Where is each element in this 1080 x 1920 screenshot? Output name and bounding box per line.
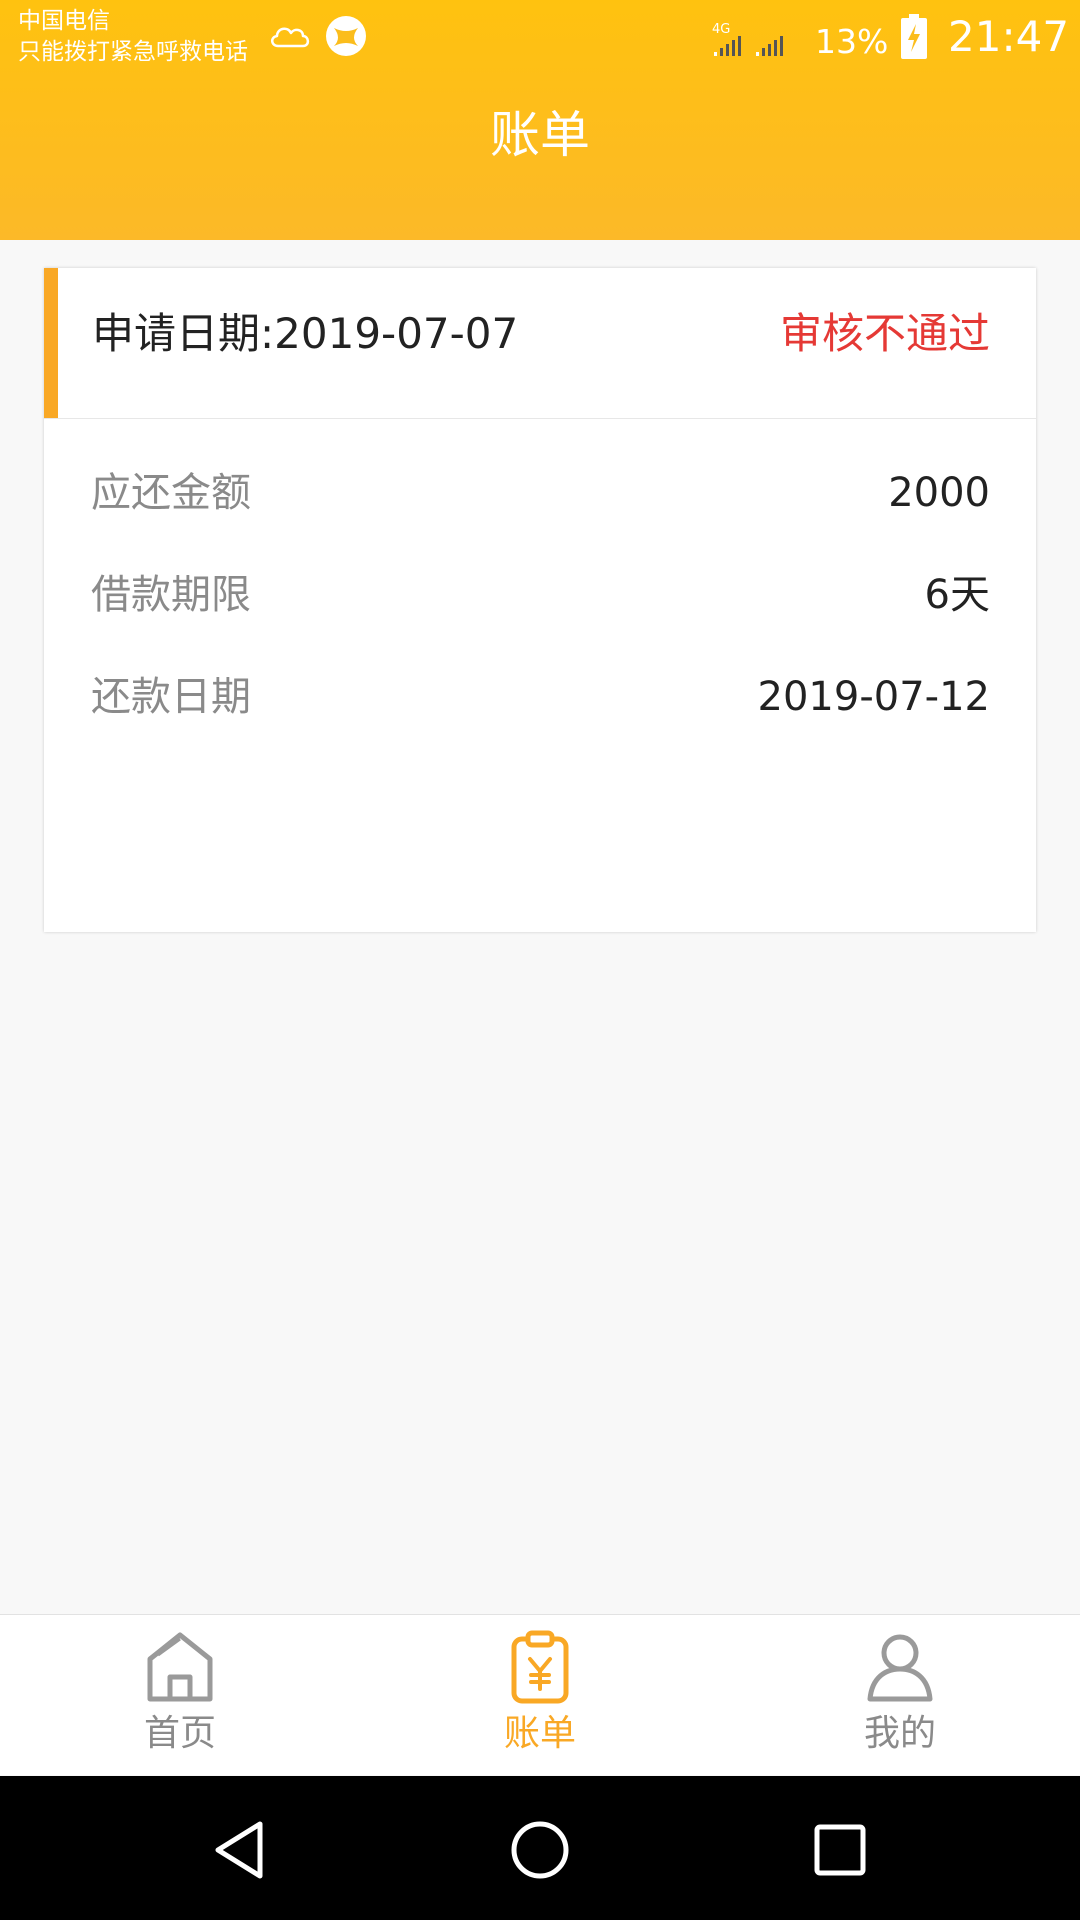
svg-text:4G: 4G bbox=[712, 22, 730, 37]
app-screen: 中国电信 只能拨打紧急呼救电话 4G 13% 21:47 账单 申请日期:201… bbox=[0, 0, 1080, 1920]
info-label: 还款日期 bbox=[91, 674, 251, 720]
cloud-icon bbox=[271, 27, 310, 48]
tab-label: 我的 bbox=[863, 1713, 936, 1754]
home-icon bbox=[147, 1632, 213, 1702]
carrier-name: 中国电信 bbox=[18, 8, 110, 34]
tab-label: 账单 bbox=[503, 1713, 576, 1754]
bill-card[interactable]: 申请日期:2019-07-07 审核不通过 应还金额 2000 借款期限 6天 … bbox=[44, 268, 1036, 932]
battery-percent: 13% bbox=[815, 22, 889, 61]
tab-bill[interactable]: 账单 bbox=[360, 1615, 720, 1775]
carrier-info: 中国电信 只能拨打紧急呼救电话 bbox=[18, 6, 248, 68]
info-value: 6天 bbox=[924, 572, 990, 618]
bill-card-header: 申请日期:2019-07-07 审核不通过 bbox=[44, 268, 1036, 419]
bill-icon bbox=[511, 1630, 569, 1704]
home-circle-icon[interactable] bbox=[508, 1818, 572, 1882]
status-bar: 中国电信 只能拨打紧急呼救电话 4G 13% 21:47 bbox=[0, 0, 1080, 80]
battery-charging-icon bbox=[901, 14, 927, 59]
info-label: 应还金额 bbox=[91, 470, 251, 516]
recents-icon[interactable] bbox=[808, 1818, 872, 1882]
system-nav-bar bbox=[0, 1776, 1080, 1920]
user-icon bbox=[867, 1634, 933, 1702]
tab-profile[interactable]: 我的 bbox=[720, 1615, 1080, 1775]
carrier-note: 只能拨打紧急呼救电话 bbox=[18, 39, 248, 65]
info-value: 2000 bbox=[888, 470, 990, 516]
info-row-amount: 应还金额 2000 bbox=[91, 463, 990, 523]
app-notification-icon bbox=[326, 16, 366, 56]
info-label: 借款期限 bbox=[91, 572, 251, 618]
tab-label: 首页 bbox=[143, 1713, 216, 1754]
tab-home[interactable]: 首页 bbox=[0, 1615, 360, 1775]
clock: 21:47 bbox=[948, 12, 1070, 61]
info-row-due-date: 还款日期 2019-07-12 bbox=[91, 667, 990, 727]
page-title: 账单 bbox=[490, 106, 590, 164]
accent-bar bbox=[44, 268, 58, 418]
info-row-term: 借款期限 6天 bbox=[91, 565, 990, 625]
header: 中国电信 只能拨打紧急呼救电话 4G 13% 21:47 账单 bbox=[0, 0, 1080, 240]
signal-icon: 4G bbox=[712, 22, 783, 56]
bottom-tab-bar: 首页 账单 我的 bbox=[0, 1614, 1080, 1775]
review-status: 审核不通过 bbox=[779, 309, 990, 358]
apply-date: 申请日期:2019-07-07 bbox=[92, 309, 519, 358]
info-value: 2019-07-12 bbox=[757, 674, 990, 720]
back-icon[interactable] bbox=[208, 1818, 272, 1882]
